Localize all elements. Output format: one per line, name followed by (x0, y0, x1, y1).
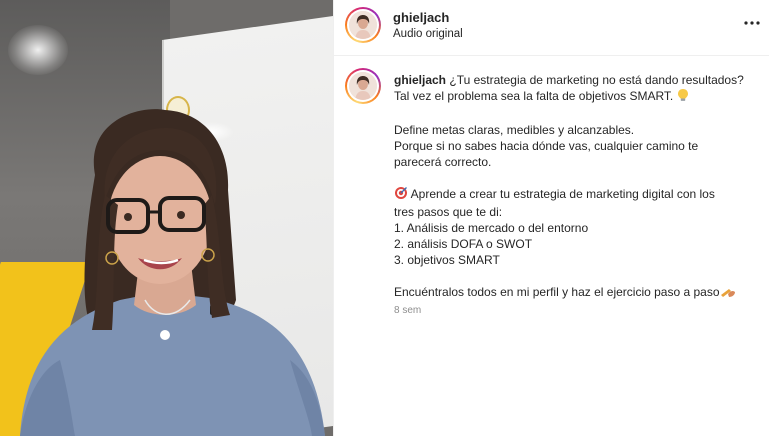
post-username[interactable]: ghieljach (393, 10, 449, 25)
reel-video[interactable] (0, 0, 333, 436)
caption-line: Tal vez el problema sea la falta de obje… (394, 89, 674, 103)
caption-line: Define metas claras, medibles y alcanzab… (394, 123, 635, 137)
caption-line: tres pasos que te di: (394, 205, 503, 219)
caption-line: Porque si no sabes hacia dónde vas, cual… (394, 139, 699, 153)
caption-username[interactable]: ghieljach (394, 73, 446, 87)
target-icon (394, 186, 408, 204)
post-timestamp: 8 sem (394, 305, 422, 316)
post-panel: ghieljach Audio original ghieljach ¿Tu e… (333, 0, 769, 436)
avatar[interactable] (345, 7, 381, 43)
list-item: 3. objetivos SMART (394, 253, 500, 267)
post-caption: ghieljach ¿Tu estrategia de marketing no… (394, 72, 764, 302)
presenter-figure (20, 109, 325, 436)
post-header: ghieljach Audio original (334, 0, 769, 56)
more-options-icon[interactable] (739, 10, 765, 36)
writing-hand-icon (720, 285, 736, 302)
audio-label[interactable]: Audio original (393, 28, 463, 40)
caption-line: parecerá correcto. (394, 155, 492, 169)
caption-line: Aprende a crear tu estrategia de marketi… (410, 187, 715, 201)
caption-line: ¿Tu estrategia de marketing no está dand… (449, 73, 744, 87)
list-item: 1. Análisis de mercado o del entorno (394, 221, 589, 235)
caption-line: Encuéntralos todos en mi perfil y haz el… (394, 285, 720, 299)
caption-avatar[interactable] (345, 68, 381, 104)
list-item: 2. análisis DOFA o SWOT (394, 237, 533, 251)
lightbulb-icon (677, 88, 689, 106)
